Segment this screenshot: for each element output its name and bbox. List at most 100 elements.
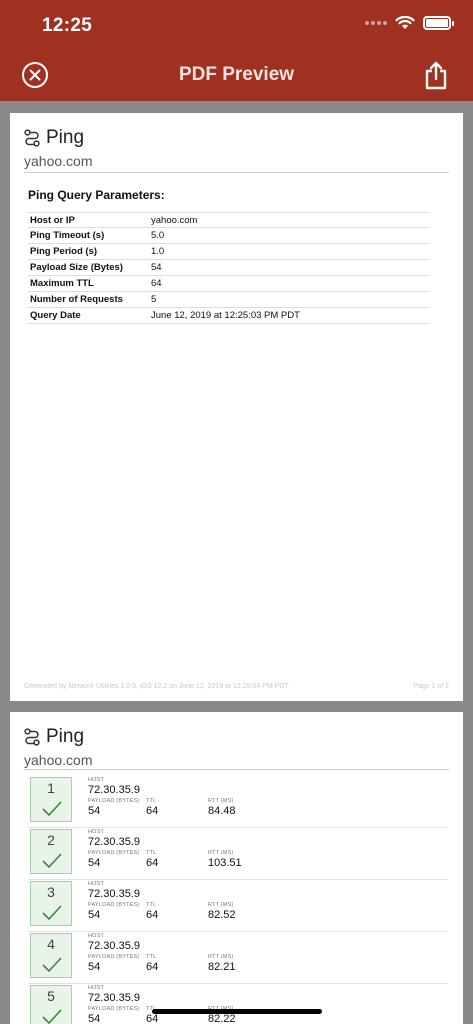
param-value: 5 xyxy=(151,294,157,305)
divider xyxy=(24,769,449,770)
share-icon xyxy=(425,61,447,90)
ttl-label: TTL xyxy=(146,798,157,804)
host-label: HOST xyxy=(88,985,105,991)
param-key: Ping Period (s) xyxy=(30,246,98,257)
host-label: HOST xyxy=(88,881,105,887)
table-row: Ping Period (s) 1.0 xyxy=(28,244,430,260)
sequence-badge: 5 xyxy=(30,985,72,1024)
sequence-badge: 1 xyxy=(30,777,72,822)
results-list: 1 HOST 72.30.35.9 PAYLOAD (Bytes) TTL RT… xyxy=(28,776,448,1024)
list-item: 3 HOST 72.30.35.9 PAYLOAD (Bytes) TTL RT… xyxy=(28,880,448,932)
ttl-value: 64 xyxy=(146,1013,159,1024)
route-icon xyxy=(24,728,40,746)
cellular-signal-icon xyxy=(365,21,387,25)
page-title: PDF Preview xyxy=(178,64,295,85)
section-title: Ping Query Parameters: xyxy=(28,188,165,202)
param-value: 54 xyxy=(151,262,162,273)
payload-value: 54 xyxy=(88,961,101,973)
param-key: Query Date xyxy=(30,310,81,321)
param-key: Ping Timeout (s) xyxy=(30,230,105,241)
page-footer: Generated by Network Utilities 1.0.9, iO… xyxy=(24,683,449,690)
list-item: 4 HOST 72.30.35.9 PAYLOAD (Bytes) TTL RT… xyxy=(28,932,448,984)
param-key: Maximum TTL xyxy=(30,278,94,289)
ttl-label: TTL xyxy=(146,954,157,960)
param-key: Number of Requests xyxy=(30,294,123,305)
sequence-badge: 3 xyxy=(30,881,72,926)
report-title: Ping xyxy=(46,726,85,747)
payload-value: 54 xyxy=(88,1013,101,1024)
sequence-number: 2 xyxy=(47,832,55,848)
ttl-label: TTL xyxy=(146,850,157,856)
rtt-value: 82.22 xyxy=(208,1013,236,1024)
payload-label: PAYLOAD (Bytes) xyxy=(88,902,140,908)
ttl-value: 64 xyxy=(146,909,159,921)
param-value: 64 xyxy=(151,278,162,289)
payload-value: 54 xyxy=(88,805,101,817)
checkmark-icon xyxy=(42,853,62,869)
table-row: Number of Requests 5 xyxy=(28,292,430,308)
page-header: Ping yahoo.com xyxy=(24,127,449,169)
sequence-badge: 4 xyxy=(30,933,72,978)
ttl-value: 64 xyxy=(146,805,159,817)
pdf-page-2: Ping yahoo.com 1 HOST 72.30.35.9 PAYLOAD… xyxy=(10,712,463,1024)
rtt-label: RTT (ms) xyxy=(208,850,234,856)
payload-value: 54 xyxy=(88,857,101,869)
home-indicator[interactable] xyxy=(152,1009,322,1014)
checkmark-icon xyxy=(42,1009,62,1024)
checkmark-icon xyxy=(42,801,62,817)
list-item: 1 HOST 72.30.35.9 PAYLOAD (Bytes) TTL RT… xyxy=(28,776,448,828)
checkmark-icon xyxy=(42,957,62,973)
table-row: Host or IP yahoo.com xyxy=(28,212,430,228)
rtt-value: 103.51 xyxy=(208,857,242,869)
host-value: 72.30.35.9 xyxy=(88,888,140,900)
report-subtitle: yahoo.com xyxy=(24,752,93,768)
table-row: Query Date June 12, 2019 at 12:25:03 PM … xyxy=(28,308,430,324)
wifi-icon xyxy=(395,16,415,29)
host-value: 72.30.35.9 xyxy=(88,992,140,1004)
report-title: Ping xyxy=(46,127,85,148)
host-label: HOST xyxy=(88,829,105,835)
param-key: Payload Size (Bytes) xyxy=(30,262,123,273)
host-value: 72.30.35.9 xyxy=(88,836,140,848)
sequence-number: 5 xyxy=(47,988,55,1004)
table-row: Payload Size (Bytes) 54 xyxy=(28,260,430,276)
param-key: Host or IP xyxy=(30,214,75,226)
sequence-number: 1 xyxy=(47,780,55,796)
status-icons xyxy=(365,16,454,30)
rtt-value: 82.21 xyxy=(208,961,236,973)
sequence-badge: 2 xyxy=(30,829,72,874)
param-value: 1.0 xyxy=(151,246,165,257)
checkmark-icon xyxy=(42,905,62,921)
list-item: 2 HOST 72.30.35.9 PAYLOAD (Bytes) TTL RT… xyxy=(28,828,448,880)
footer-page-number: Page 1 of 2 xyxy=(413,683,449,690)
payload-label: PAYLOAD (Bytes) xyxy=(88,850,140,856)
rtt-value: 84.48 xyxy=(208,805,236,817)
payload-label: PAYLOAD (Bytes) xyxy=(88,1006,140,1012)
param-value: yahoo.com xyxy=(151,214,198,226)
route-icon xyxy=(24,129,40,147)
rtt-label: RTT (ms) xyxy=(208,954,234,960)
param-value: June 12, 2019 at 12:25:03 PM PDT xyxy=(151,310,300,321)
rtt-label: RTT (ms) xyxy=(208,902,234,908)
ttl-label: TTL xyxy=(146,902,157,908)
host-label: HOST xyxy=(88,933,105,939)
payload-label: PAYLOAD (Bytes) xyxy=(88,798,140,804)
ttl-value: 64 xyxy=(146,961,159,973)
list-item: 5 HOST 72.30.35.9 PAYLOAD (Bytes) TTL RT… xyxy=(28,984,448,1024)
rtt-label: RTT (ms) xyxy=(208,798,234,804)
payload-value: 54 xyxy=(88,909,101,921)
page-header: Ping yahoo.com xyxy=(24,726,449,768)
sequence-number: 3 xyxy=(47,884,55,900)
table-row: Ping Timeout (s) 5.0 xyxy=(28,228,430,244)
report-subtitle: yahoo.com xyxy=(24,153,93,169)
ttl-value: 64 xyxy=(146,857,159,869)
battery-icon xyxy=(423,16,454,30)
host-value: 72.30.35.9 xyxy=(88,940,140,952)
share-button[interactable] xyxy=(425,60,447,90)
params-table: Host or IP yahoo.com Ping Timeout (s) 5.… xyxy=(28,212,430,324)
table-row: Maximum TTL 64 xyxy=(28,276,430,292)
nav-bar: 12:25 PDF Preview xyxy=(0,0,473,101)
status-time: 12:25 xyxy=(42,15,93,36)
payload-label: PAYLOAD (Bytes) xyxy=(88,954,140,960)
pdf-page-1: Ping yahoo.com Ping Query Parameters: Ho… xyxy=(10,113,463,701)
